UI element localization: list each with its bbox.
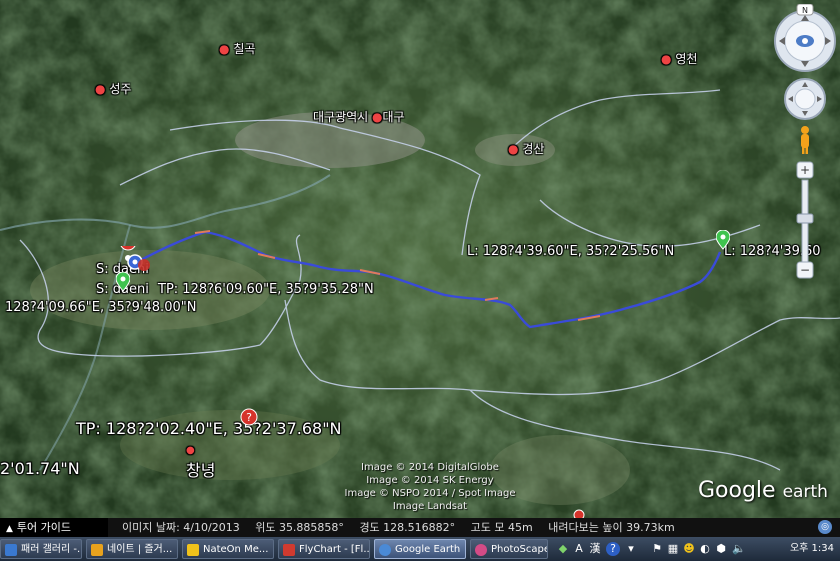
taskbar-item-flychart[interactable]: FlyChart - [Fl...	[278, 539, 370, 559]
clock[interactable]: 오후 1:34	[790, 537, 834, 561]
zoom-slider-handle[interactable]	[796, 213, 814, 224]
svg-text:−: −	[800, 263, 810, 277]
svg-text:?: ?	[246, 411, 252, 424]
placemark-end-label[interactable]: L: 128?4'39.60"E, 35?2'25.56"N	[467, 244, 674, 259]
north-label: N	[802, 6, 808, 15]
tour-guide-button[interactable]: ▲ 투어 가이드	[0, 518, 108, 537]
browser-icon	[91, 544, 103, 556]
flychart-icon	[283, 544, 295, 556]
language-bar-icon[interactable]: ◆	[556, 542, 570, 556]
network-icon[interactable]: ▦	[666, 542, 680, 556]
place-label-daegu-metro: 대구광역시 ●대구	[313, 110, 405, 124]
pin-green-icon[interactable]	[116, 272, 130, 292]
globe-icon	[379, 544, 391, 556]
status-info: 이미지 날짜: 4/10/2013 위도 35.885858° 경도 128.5…	[122, 518, 687, 537]
volume-icon[interactable]: 🔈	[732, 542, 746, 556]
pin-partial-icon[interactable]	[572, 508, 586, 518]
imagery-copyright-4: Image Landsat	[392, 501, 468, 512]
longitude: 경도 128.516882°	[359, 521, 456, 534]
north-indicator[interactable]: N	[796, 3, 814, 16]
place-label-gyeongsan: ● 경산	[508, 142, 545, 156]
ime-hanja[interactable]: 漢	[588, 542, 602, 556]
messenger-icon	[187, 544, 199, 556]
shield-icon[interactable]: ⬢	[714, 542, 728, 556]
taskbar-item-gallery[interactable]: 패러 갤러리 -...	[0, 539, 82, 559]
windows-taskbar: 패러 갤러리 -... 네이트 | 즐거... NateOn Me... Fly…	[0, 537, 840, 561]
look-around-icon[interactable]	[774, 10, 836, 72]
status-bar: ▲ 투어 가이드 이미지 날짜: 4/10/2013 위도 35.885858° …	[0, 518, 840, 537]
earth-map-view[interactable]: ● 칠곡 ● 성주 ● 영천 대구광역시 ●대구 ● 경산 ● 창녕 S: dae…	[0, 0, 840, 518]
ime-mode[interactable]: A	[572, 542, 586, 556]
placemark-coord-label[interactable]: 128?4'09.66"E, 35?9'48.00"N	[5, 300, 196, 315]
taskbar-item-photoscape[interactable]: PhotoScape	[470, 539, 548, 559]
place-label-yeongcheon: ● 영천	[661, 52, 698, 66]
app-icon	[5, 544, 17, 556]
place-label-chilgok: ● 칠곡	[219, 42, 256, 56]
pin-question-icon[interactable]: ?	[240, 408, 258, 430]
navigation-controls: N + −	[772, 3, 838, 294]
place-label-seongju: ● 성주	[95, 82, 132, 96]
zoom-in-button[interactable]: +	[796, 161, 814, 179]
eye-altitude: 내려다보는 높이 39.73km	[548, 521, 675, 534]
move-icon[interactable]	[784, 78, 826, 120]
image-date: 이미지 날짜: 4/10/2013	[122, 521, 240, 534]
zoom-out-button[interactable]: −	[796, 261, 814, 279]
taskbar-item-nate[interactable]: 네이트 | 즐거...	[86, 539, 178, 559]
system-tray: ◆ A 漢 ? ▾ ⚑ ▦ ☻ ◐ ⬢ 🔈 오후 1:34	[552, 537, 840, 561]
svg-text:+: +	[800, 163, 810, 177]
ime-menu-icon[interactable]: ▾	[624, 542, 638, 556]
photoscape-icon	[475, 544, 487, 556]
streaming-indicator-icon: ◎	[818, 520, 832, 534]
imagery-copyright-3: Image © NSPO 2014 / Spot Image	[344, 488, 516, 499]
latitude: 위도 35.885858°	[255, 521, 344, 534]
placemark-tp-bottom-label[interactable]: TP: 128?2'02.40"E, 35?2'37.68"N	[76, 419, 342, 438]
place-label-changnyeong: ● 창녕	[186, 445, 216, 480]
flag-icon[interactable]: ⚑	[650, 542, 664, 556]
update-icon[interactable]: ◐	[698, 542, 712, 556]
taskbar-item-nateon[interactable]: NateOn Me...	[182, 539, 274, 559]
taskbar-item-google-earth[interactable]: Google Earth	[374, 539, 466, 559]
imagery-copyright-2: Image © 2014 SK Energy	[366, 475, 494, 486]
google-earth-logo: Google earth	[698, 478, 828, 503]
placemark-tp-label[interactable]: TP: 128?6'09.60"E, 35?9'35.28"N	[158, 282, 374, 297]
imagery-copyright-1: Image © 2014 DigitalGlobe	[361, 462, 499, 473]
pin-end-icon[interactable]	[716, 230, 730, 250]
help-icon[interactable]: ?	[606, 542, 620, 556]
street-view-pegman-icon[interactable]	[801, 126, 809, 154]
placemark-bottom-coord-label[interactable]: 2'01.74"N	[0, 459, 80, 478]
nateon-tray-icon[interactable]: ☻	[682, 542, 696, 556]
elevation: 고도 모 45m	[470, 521, 533, 534]
